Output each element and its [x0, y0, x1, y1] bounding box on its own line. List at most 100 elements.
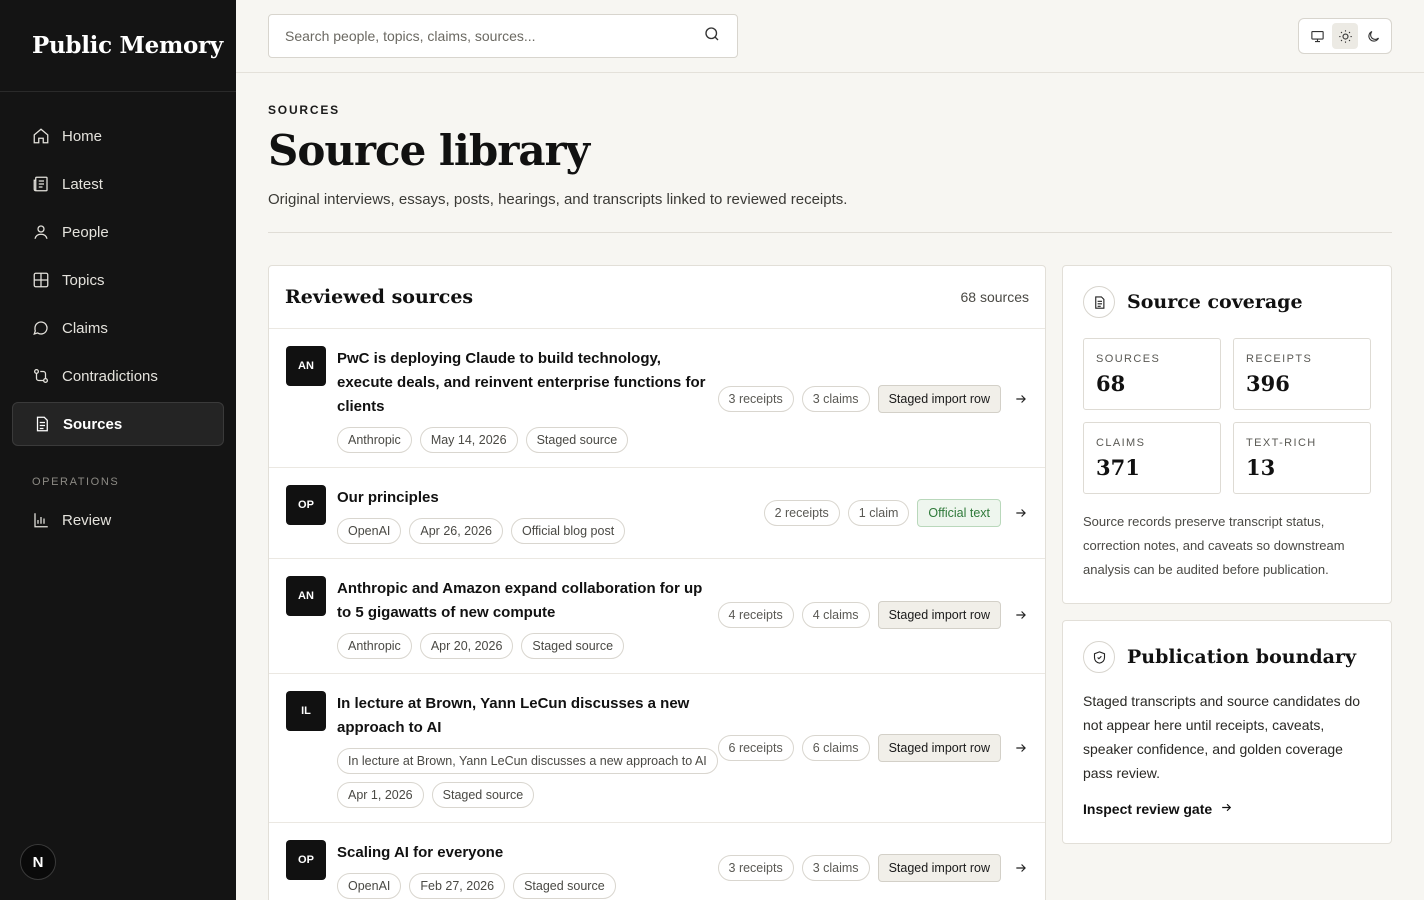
claims-pill[interactable]: 4 claims: [801, 602, 870, 628]
sidebar-item-latest[interactable]: Latest: [12, 162, 224, 206]
sidebar-item-claims[interactable]: Claims: [12, 306, 224, 350]
grid-icon: [32, 271, 50, 289]
source-title[interactable]: PwC is deploying Claude to build technol…: [337, 347, 717, 419]
sidebar-item-label: Contradictions: [62, 367, 158, 385]
card-title: Publication boundary: [1127, 646, 1357, 668]
stat-label: SOURCES: [1096, 353, 1161, 365]
sidebar-item-label: Home: [62, 127, 103, 145]
table-row[interactable]: IL In lecture at Brown, Yann LeCun discu…: [269, 674, 1045, 823]
coverage-note: Source records preserve transcript statu…: [1083, 514, 1345, 577]
source-count: 68 sources: [960, 289, 1029, 305]
sidebar-item-label: Latest: [62, 175, 103, 193]
search-icon[interactable]: [703, 25, 721, 48]
tag[interactable]: Staged source: [521, 633, 625, 659]
main-content: SOURCES Source library Original intervie…: [268, 73, 1392, 900]
search-input[interactable]: [285, 28, 703, 44]
stat-claims: CLAIMS 371: [1083, 422, 1221, 494]
source-title[interactable]: Scaling AI for everyone: [337, 841, 717, 865]
receipts-pill[interactable]: 2 receipts: [763, 500, 840, 526]
tag[interactable]: OpenAI: [337, 873, 402, 899]
source-badge: AN: [286, 346, 326, 386]
arrow-right-icon[interactable]: [1013, 392, 1029, 406]
arrow-right-icon[interactable]: [1013, 741, 1029, 755]
claims-pill[interactable]: 3 claims: [801, 855, 870, 881]
sidebar-item-home[interactable]: Home: [12, 114, 224, 158]
search-box[interactable]: [268, 14, 738, 58]
list-heading: Reviewed sources: [285, 286, 474, 308]
table-row[interactable]: OP Our principles OpenAI Apr 26, 2026 Of…: [269, 468, 1045, 559]
boundary-body: Staged transcripts and source candidates…: [1083, 693, 1361, 781]
brand-logo[interactable]: Public Memory: [0, 0, 236, 92]
receipts-pill[interactable]: 6 receipts: [717, 735, 794, 761]
arrow-right-icon[interactable]: [1013, 608, 1029, 622]
tag[interactable]: Apr 20, 2026: [419, 633, 514, 659]
sidebar-nav: Home Latest People Topics Claims Contrad…: [0, 92, 236, 542]
tag[interactable]: Feb 27, 2026: [409, 873, 506, 899]
tag[interactable]: Staged source: [431, 782, 535, 808]
source-title[interactable]: Anthropic and Amazon expand collaboratio…: [337, 577, 717, 625]
tag[interactable]: Anthropic: [337, 427, 412, 453]
sidebar-item-topics[interactable]: Topics: [12, 258, 224, 302]
newspaper-icon: [32, 175, 50, 193]
avatar[interactable]: N: [20, 844, 56, 880]
sun-icon[interactable]: [1332, 23, 1358, 49]
sidebar-item-sources[interactable]: Sources: [12, 402, 224, 446]
source-tags: OpenAI Feb 27, 2026 Staged source: [337, 873, 727, 899]
tag[interactable]: Apr 1, 2026: [337, 782, 424, 808]
tag[interactable]: Apr 26, 2026: [409, 518, 503, 544]
status-badge: Staged import row: [877, 601, 1001, 629]
source-tags: Anthropic Apr 20, 2026 Staged source: [337, 633, 727, 659]
sidebar-item-contradictions[interactable]: Contradictions: [12, 354, 224, 398]
table-row[interactable]: AN PwC is deploying Claude to build tech…: [269, 329, 1045, 468]
card-header: Publication boundary: [1083, 641, 1371, 673]
page-eyebrow: SOURCES: [268, 103, 340, 117]
claims-pill[interactable]: 3 claims: [801, 386, 870, 412]
table-row[interactable]: OP Scaling AI for everyone OpenAI Feb 27…: [269, 823, 1045, 900]
home-icon: [32, 127, 50, 145]
person-icon: [32, 223, 50, 241]
source-badge: OP: [286, 485, 326, 525]
top-bar: [236, 0, 1424, 73]
inspect-review-gate-link[interactable]: Inspect review gate: [1083, 801, 1371, 817]
monitor-icon[interactable]: [1304, 23, 1330, 49]
sidebar-item-label: Review: [62, 511, 112, 529]
tag[interactable]: In lecture at Brown, Yann LeCun discusse…: [337, 748, 718, 774]
moon-icon[interactable]: [1360, 23, 1386, 49]
sidebar-item-label: Topics: [62, 271, 105, 289]
source-title[interactable]: In lecture at Brown, Yann LeCun discusse…: [337, 692, 717, 740]
page-subtitle: Original interviews, essays, posts, hear…: [268, 191, 848, 209]
receipts-pill[interactable]: 3 receipts: [717, 855, 794, 881]
chat-bubble-icon: [32, 319, 50, 337]
tag[interactable]: OpenAI: [337, 518, 402, 544]
tag[interactable]: May 14, 2026: [419, 427, 518, 453]
row-meta: 2 receipts 1 claim Official text: [763, 499, 1029, 527]
status-badge: Staged import row: [877, 734, 1001, 762]
tag[interactable]: Anthropic: [337, 633, 412, 659]
tag[interactable]: Staged source: [525, 427, 629, 453]
arrow-right-icon[interactable]: [1013, 861, 1029, 875]
source-badge: OP: [286, 840, 326, 880]
source-tags: OpenAI Apr 26, 2026 Official blog post: [337, 518, 727, 544]
sidebar-item-review[interactable]: Review: [12, 498, 224, 542]
arrow-right-icon[interactable]: [1013, 506, 1029, 520]
status-badge: Official text: [917, 499, 1001, 527]
tag[interactable]: Staged source: [513, 873, 616, 899]
receipts-pill[interactable]: 4 receipts: [717, 602, 794, 628]
stat-label: RECEIPTS: [1246, 353, 1313, 365]
source-badge: IL: [286, 691, 326, 731]
row-meta: 3 receipts 3 claims Staged import row: [717, 385, 1029, 413]
source-title[interactable]: Our principles: [337, 486, 717, 510]
tag[interactable]: Official blog post: [510, 518, 626, 544]
divider: [268, 232, 1392, 234]
document-icon: [1083, 286, 1115, 318]
arrow-right-icon: [1220, 801, 1233, 817]
row-meta: 6 receipts 6 claims Staged import row: [717, 734, 1029, 762]
claims-pill[interactable]: 1 claim: [847, 500, 910, 526]
sidebar-item-people[interactable]: People: [12, 210, 224, 254]
claims-pill[interactable]: 6 claims: [801, 735, 870, 761]
receipts-pill[interactable]: 3 receipts: [717, 386, 794, 412]
table-row[interactable]: AN Anthropic and Amazon expand collabora…: [269, 559, 1045, 674]
stat-sources: SOURCES 68: [1083, 338, 1221, 410]
stat-label: CLAIMS: [1096, 437, 1146, 449]
coverage-stats: SOURCES 68 RECEIPTS 396 CLAIMS 371 TEXT-…: [1083, 338, 1371, 494]
